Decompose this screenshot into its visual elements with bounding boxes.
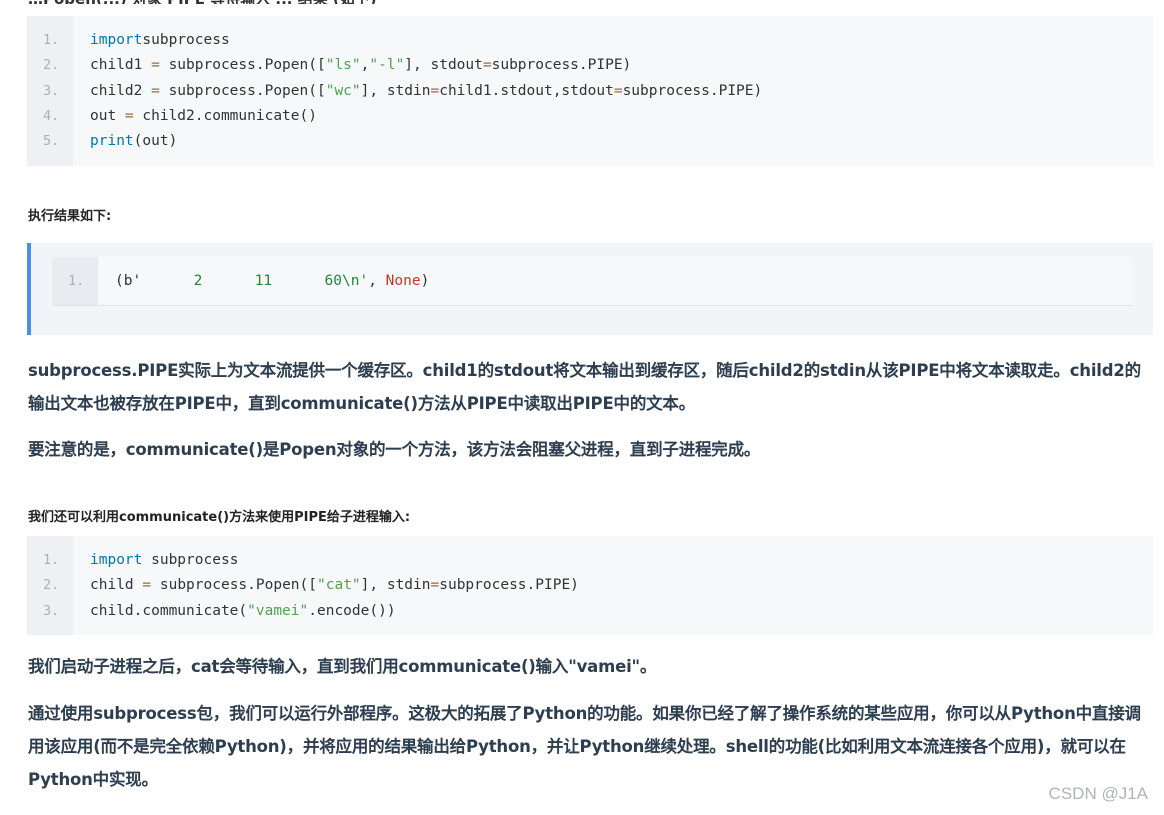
code-token: subprocess — [142, 552, 239, 568]
code-token: "wc" — [325, 82, 361, 99]
line-number: 2. — [43, 57, 60, 74]
code-token: subprocess.Popen([ — [159, 82, 326, 99]
code-text: out = child2.communicate() — [90, 104, 317, 129]
code-token: subprocess — [142, 32, 230, 48]
line-number: 2. — [43, 577, 60, 594]
code-text: importsubprocess — [90, 28, 230, 53]
code-token: subprocess.Popen([ — [151, 577, 317, 594]
code-token: ], stdin — [360, 577, 431, 594]
code-token: child2.communicate() — [133, 107, 317, 124]
code-token: = — [613, 82, 623, 99]
code-block-communicate-input: 1. import subprocess 2. child = subprocess.… — [27, 536, 1153, 635]
code-token: import — [90, 552, 143, 568]
code-token: "vamei" — [247, 602, 309, 619]
paragraph-cat-wait: 我们启动子进程之后，cat会等待输入，直到我们用communicate()输入"… — [28, 657, 657, 676]
code-token: = — [142, 577, 152, 594]
code-text: child2 = subprocess.Popen(["wc"], stdin=… — [90, 79, 762, 104]
code-token: = — [151, 82, 160, 99]
code-token: = — [151, 57, 160, 74]
code-token: subprocess.PIPE) — [439, 577, 579, 594]
code-token: (b' — [115, 273, 142, 289]
code-text: child1 = subprocess.Popen(["ls","-l"], s… — [90, 53, 631, 78]
code-token: ], stdin — [360, 82, 431, 99]
code-token: , — [368, 273, 386, 289]
line-number: 1. — [43, 552, 60, 568]
code-token: "ls" — [325, 57, 361, 74]
code-token: child.communicate( — [90, 602, 248, 619]
heading-result: 执行结果如下: — [28, 209, 112, 224]
code-token: ], stdout — [404, 57, 483, 74]
watermark: CSDN @J1A — [1048, 784, 1148, 803]
code-token: subprocess.PIPE) — [491, 57, 632, 74]
code-token: print — [90, 133, 134, 150]
heading-communicate: 我们还可以利用communicate()方法来使用PIPE给子进程输入: — [28, 510, 411, 525]
code-token: child — [90, 577, 143, 594]
code-token: ) — [420, 273, 430, 289]
cut-off-top-line: …Popen(...) 对象 PIPE 等待输入 ... 结果 (如下) — [28, 0, 1158, 4]
code-text: child = subprocess.Popen(["cat"], stdin=… — [90, 573, 579, 598]
code-text: import subprocess — [90, 548, 238, 573]
code-token: 2 11 60\n' — [141, 273, 369, 289]
result-quote-block: 1. (b' 2 11 60\n', None) — [27, 243, 1153, 335]
code-token: subprocess.PIPE) — [622, 82, 763, 99]
code-text: print(out) — [90, 129, 177, 154]
paragraph-pipe-explanation: subprocess.PIPE实际上为文本流提供一个缓存区。child1的std… — [28, 361, 1141, 413]
code-text: (b' 2 11 60\n', None) — [115, 269, 429, 294]
code-token: subprocess.Popen([ — [159, 57, 326, 74]
code-token: out — [90, 107, 125, 124]
code-block-popen-pipe: 1. importsubprocess 2. child1 = subprocess.… — [27, 16, 1153, 166]
code-token: "-l" — [369, 57, 405, 74]
code-token: import — [90, 32, 143, 48]
paragraph-communicate-note: 要注意的是，communicate()是Popen对象的一个方法，该方法会阻塞父… — [28, 440, 761, 459]
code-token: child1.stdout,stdout — [439, 82, 614, 99]
code-token: = — [482, 57, 492, 74]
line-number: 3. — [43, 602, 60, 619]
code-token: child2 — [90, 82, 152, 99]
code-token: (out) — [133, 133, 178, 150]
line-number: 5. — [43, 133, 60, 150]
line-number: 1. — [68, 273, 85, 289]
paragraph-subprocess-summary: 通过使用subprocess包，我们可以运行外部程序。这极大的拓展了Python… — [28, 704, 1141, 789]
code-text: child.communicate("vamei".encode()) — [90, 599, 396, 624]
line-number: 1. — [43, 32, 60, 48]
code-token: "cat" — [317, 577, 361, 594]
code-token: = — [430, 82, 440, 99]
code-token: = — [430, 577, 440, 594]
line-number: 3. — [43, 82, 60, 99]
code-token: None — [385, 273, 421, 289]
code-token: child1 — [90, 57, 152, 74]
code-token: .encode()) — [308, 602, 396, 619]
result-code-block: 1. (b' 2 11 60\n', None) — [52, 257, 1132, 306]
line-number: 4. — [43, 107, 60, 124]
code-token: = — [124, 107, 134, 124]
